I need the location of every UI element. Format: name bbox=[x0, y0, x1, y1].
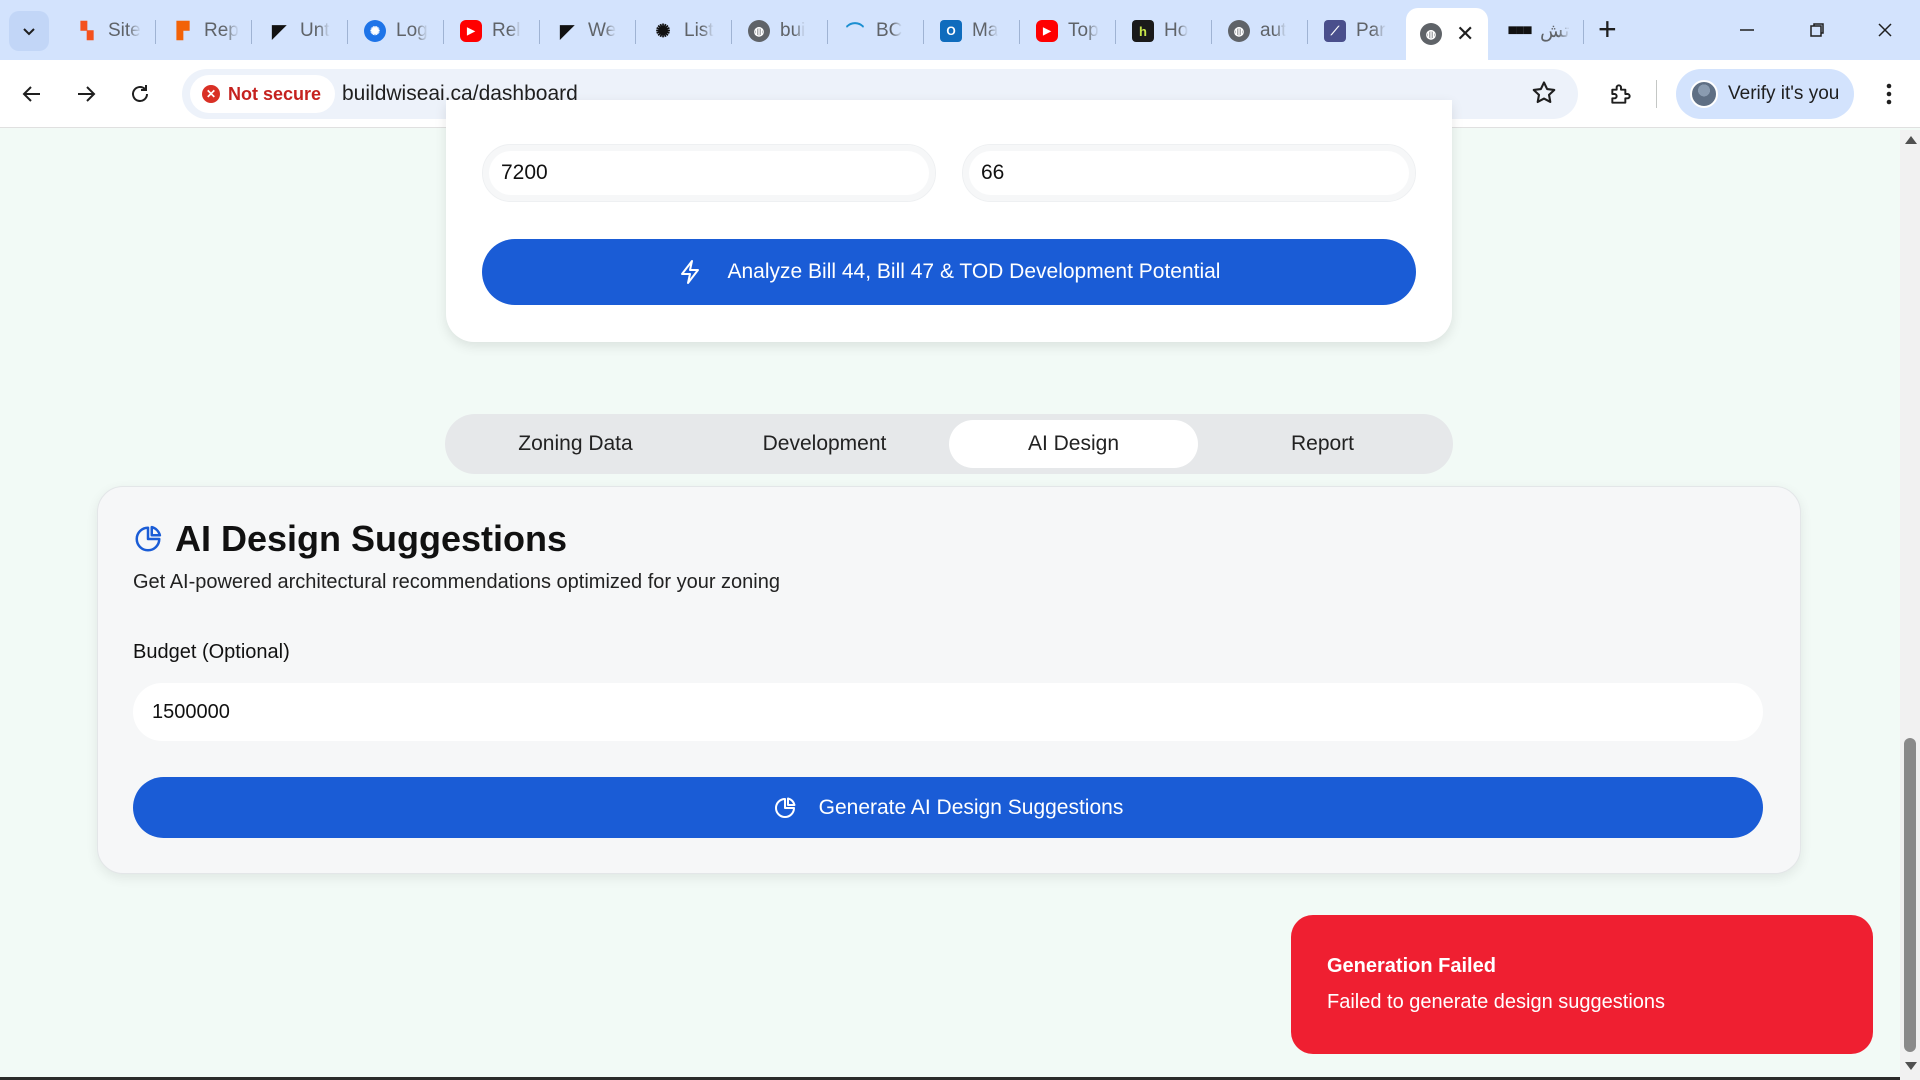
globe-icon: ◍ bbox=[748, 20, 770, 42]
tab-report[interactable]: Report bbox=[1198, 420, 1447, 468]
replit-favicon-icon: ▛ bbox=[176, 23, 190, 40]
browser-tab[interactable]: ▶ Top bbox=[1022, 11, 1116, 51]
avatar bbox=[1690, 80, 1718, 108]
houzz-favicon-icon: h bbox=[1132, 20, 1154, 42]
forward-arrow-icon[interactable] bbox=[66, 74, 106, 114]
back-arrow-icon[interactable] bbox=[12, 74, 52, 114]
browser-tab[interactable]: ◍ bui bbox=[734, 11, 828, 51]
close-window-icon[interactable] bbox=[1862, 12, 1908, 48]
lightning-icon bbox=[680, 260, 699, 284]
browser-tab[interactable]: ⌒ BC bbox=[830, 11, 924, 51]
youtube-favicon-icon: ▶ bbox=[1036, 20, 1058, 42]
browser-tab[interactable]: O Ma bbox=[926, 11, 1020, 51]
security-chip[interactable]: ✕ Not secure bbox=[190, 75, 336, 113]
tab-ai-design[interactable]: AI Design bbox=[949, 420, 1198, 468]
new-tab-plus-icon[interactable]: + bbox=[1598, 13, 1617, 45]
browser-tab[interactable]: ■■■ تش bbox=[1494, 11, 1580, 51]
ai-design-subtitle: Get AI-powered architectural recommendat… bbox=[133, 571, 780, 593]
bookmark-star-icon[interactable] bbox=[1530, 79, 1558, 112]
pie-chart-icon bbox=[135, 525, 162, 552]
results-tabs: Zoning Data Development AI Design Report bbox=[445, 414, 1453, 474]
chart-favicon-icon: ⟋ bbox=[1324, 20, 1346, 42]
browser-tab[interactable]: ◍ aut bbox=[1214, 11, 1308, 51]
form-field-right[interactable]: 66 bbox=[962, 144, 1416, 202]
pie-chart-icon bbox=[774, 797, 796, 818]
browser-tab[interactable]: ▚ Site bbox=[62, 11, 156, 51]
warning-icon: ✕ bbox=[202, 85, 220, 103]
budget-label: Budget (Optional) bbox=[133, 641, 290, 663]
reload-icon[interactable] bbox=[120, 74, 160, 114]
site-favicon-icon: ▚ bbox=[80, 23, 94, 40]
openai-favicon-icon: ✺ bbox=[364, 20, 386, 42]
browser-tab[interactable]: ▛ Rep bbox=[158, 11, 252, 51]
chevron-down-icon bbox=[23, 28, 35, 36]
tab-search-button[interactable] bbox=[9, 11, 49, 51]
framer-favicon-icon: ◤ bbox=[560, 20, 574, 41]
more-menu-icon[interactable] bbox=[1874, 74, 1904, 114]
error-toast[interactable]: Generation Failed Failed to generate des… bbox=[1291, 915, 1873, 1054]
page-scrollbar[interactable] bbox=[1900, 130, 1920, 1080]
browser-tab-strip: ▚ Site ▛ Rep ◤ Unt ✺ Log ▶ Rel ◤ We ✺ Li… bbox=[0, 0, 1920, 60]
scrollbar-thumb[interactable] bbox=[1904, 738, 1916, 1052]
restore-icon[interactable] bbox=[1794, 12, 1840, 48]
toast-message: Failed to generate design suggestions bbox=[1327, 991, 1666, 1013]
generate-ai-design-button[interactable]: Generate AI Design Suggestions bbox=[133, 777, 1763, 838]
bc-favicon-icon: ⌒ bbox=[846, 22, 864, 42]
browser-tab[interactable]: ⟋ Par bbox=[1310, 11, 1404, 51]
extensions-puzzle-icon[interactable] bbox=[1601, 74, 1641, 114]
globe-icon: ◍ bbox=[1420, 23, 1442, 45]
form-field-left[interactable]: 7200 bbox=[482, 144, 936, 202]
globe-icon: ◍ bbox=[1228, 20, 1250, 42]
toast-title: Generation Failed bbox=[1327, 955, 1496, 977]
browser-tab[interactable]: h Ho bbox=[1118, 11, 1212, 51]
profile-button[interactable]: Verify it's you bbox=[1676, 69, 1854, 119]
browser-tab[interactable]: ▶ Rel bbox=[446, 11, 540, 51]
outlook-favicon-icon: O bbox=[940, 20, 962, 42]
tab-zoning-data[interactable]: Zoning Data bbox=[451, 420, 700, 468]
youtube-favicon-icon: ▶ bbox=[460, 20, 482, 42]
dots-favicon-icon: ■■■ bbox=[1507, 22, 1533, 39]
browser-tab[interactable]: ✺ List bbox=[638, 11, 732, 51]
analysis-form-card bbox=[446, 100, 1452, 342]
browser-tab[interactable]: ◤ We bbox=[542, 11, 636, 51]
tab-development[interactable]: Development bbox=[700, 420, 949, 468]
browser-tab[interactable]: ◤ Unt bbox=[254, 11, 348, 51]
scroll-up-arrow-icon[interactable] bbox=[1905, 136, 1917, 144]
ai-design-title: AI Design Suggestions bbox=[133, 518, 567, 560]
framer-favicon-icon: ◤ bbox=[272, 20, 286, 41]
browser-tab[interactable]: ✺ Log bbox=[350, 11, 444, 51]
scroll-down-arrow-icon[interactable] bbox=[1905, 1062, 1917, 1070]
budget-input[interactable]: 1500000 bbox=[133, 683, 1763, 741]
analyze-button[interactable]: Analyze Bill 44, Bill 47 & TOD Developme… bbox=[482, 239, 1416, 305]
browser-tab-active[interactable]: ◍ ✕ bbox=[1406, 8, 1488, 60]
openai-favicon-icon: ✺ bbox=[655, 20, 671, 41]
close-tab-icon[interactable]: ✕ bbox=[1456, 21, 1474, 47]
minimize-icon[interactable] bbox=[1724, 12, 1770, 48]
